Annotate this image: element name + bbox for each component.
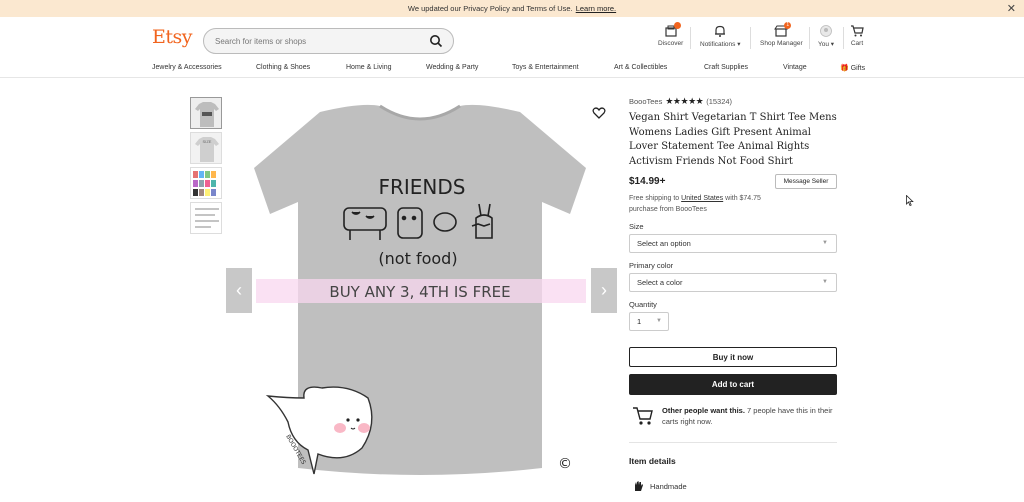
- next-image-arrow[interactable]: ›: [591, 268, 617, 313]
- category-craft[interactable]: Craft Supplies: [704, 64, 748, 71]
- you-button[interactable]: You ▾: [818, 25, 834, 48]
- discover-icon: [664, 22, 681, 37]
- chevron-down-icon: ▼: [822, 279, 828, 285]
- quantity-select[interactable]: 1 ▼: [629, 312, 669, 331]
- etsy-logo[interactable]: Etsy: [152, 26, 193, 48]
- category-vintage[interactable]: Vintage: [783, 64, 807, 71]
- divider: [690, 27, 691, 49]
- chevron-down-icon: ▼: [822, 240, 828, 246]
- category-wedding[interactable]: Wedding & Party: [426, 64, 478, 71]
- category-jewelry[interactable]: Jewelry & Accessories: [152, 64, 222, 71]
- review-count[interactable]: (15324): [706, 97, 732, 106]
- rating-stars-icon: ★★★★★: [665, 96, 704, 106]
- product-main-image: FRIENDS (not food) BUY ANY 3, 4TH IS FRE…: [252, 98, 588, 480]
- category-clothing[interactable]: Clothing & Shoes: [256, 64, 310, 71]
- size-select-value: Select an option: [637, 239, 691, 248]
- avatar-icon: [819, 25, 833, 37]
- banner-text: We updated our Privacy Policy and Terms …: [407, 4, 573, 13]
- bell-icon: [713, 25, 727, 37]
- shipping-info: Free shipping to United States with $74.…: [629, 193, 769, 215]
- demand-notice: Other people want this. 7 people have th…: [662, 405, 837, 427]
- copyright-mark: ©: [558, 456, 572, 472]
- discover-dot: [673, 22, 681, 29]
- category-art[interactable]: Art & Collectibles: [614, 64, 667, 71]
- thumbnail-3[interactable]: [190, 167, 222, 199]
- shop-name[interactable]: BoooTees: [629, 97, 662, 106]
- close-icon[interactable]: ✕: [1007, 2, 1016, 15]
- shop-manager-button[interactable]: 1 Shop Manager: [760, 22, 803, 47]
- chevron-down-icon: ▼: [656, 318, 662, 324]
- cart-icon: [633, 407, 653, 425]
- tshirt-illustration: FRIENDS (not food) BUY ANY 3, 4TH IS FRE…: [254, 104, 586, 475]
- shop-icon: 1: [774, 22, 792, 37]
- notifications-button[interactable]: Notifications ▾: [700, 25, 740, 48]
- notifications-label: Notifications ▾: [700, 41, 741, 48]
- handmade-label: Handmade: [650, 481, 687, 491]
- cart-icon: [850, 25, 864, 37]
- message-seller-button[interactable]: Message Seller: [775, 174, 837, 189]
- thumbnail-1[interactable]: [190, 97, 222, 129]
- search-bar: [203, 28, 454, 54]
- site-header: Etsy Discover Notifications ▾ 1 Shop Man…: [0, 17, 1024, 63]
- color-select-value: Select a color: [637, 278, 683, 287]
- favorite-heart-icon[interactable]: [592, 106, 606, 120]
- search-input[interactable]: [215, 36, 415, 46]
- size-label: Size: [629, 222, 644, 231]
- privacy-banner: We updated our Privacy Policy and Terms …: [0, 0, 1024, 17]
- category-home[interactable]: Home & Living: [346, 64, 392, 71]
- shipping-country-link[interactable]: United States: [681, 195, 723, 202]
- item-details-heading[interactable]: Item details: [629, 456, 676, 466]
- mouse-cursor-icon: [906, 195, 914, 206]
- discover-label: Discover: [658, 40, 684, 47]
- shop-manager-badge: 1: [784, 22, 792, 29]
- category-nav: Jewelry & Accessories Clothing & Shoes H…: [0, 63, 1024, 78]
- size-select[interactable]: Select an option ▼: [629, 234, 837, 253]
- promo-text: BUY ANY 3, 4TH IS FREE: [329, 283, 510, 301]
- hand-icon: [635, 481, 643, 491]
- divider: [750, 27, 751, 49]
- you-label: You ▾: [818, 41, 835, 48]
- gift-icon: 🎁: [840, 65, 849, 72]
- divider: [809, 27, 810, 49]
- divider: [629, 442, 837, 443]
- cart-label: Cart: [850, 40, 864, 47]
- thumbnail-4[interactable]: [190, 202, 222, 234]
- color-select[interactable]: Select a color ▼: [629, 273, 837, 292]
- demand-bold: Other people want this.: [662, 406, 745, 415]
- product-price: $14.99+: [629, 176, 666, 187]
- quantity-value: 1: [637, 317, 642, 326]
- shirt-friends-text: FRIENDS: [379, 175, 466, 199]
- svg-text:SIZE: SIZE: [203, 139, 212, 144]
- color-label: Primary color: [629, 261, 674, 270]
- search-icon[interactable]: [429, 34, 443, 48]
- chevron-left-icon: ‹: [236, 280, 242, 300]
- quantity-label: Quantity: [629, 300, 657, 309]
- shop-manager-label: Shop Manager: [760, 40, 803, 47]
- prev-image-arrow[interactable]: ‹: [226, 268, 252, 313]
- discover-button[interactable]: Discover: [658, 22, 684, 47]
- category-toys[interactable]: Toys & Entertainment: [512, 64, 579, 71]
- buy-it-now-button[interactable]: Buy it now: [629, 347, 837, 367]
- gifts-label: Gifts: [850, 65, 866, 72]
- thumbnail-2[interactable]: SIZE: [190, 132, 222, 164]
- divider: [843, 27, 844, 49]
- handmade-row: Handmade: [632, 480, 687, 492]
- add-to-cart-button[interactable]: Add to cart: [629, 374, 837, 395]
- cart-button[interactable]: Cart: [850, 25, 864, 47]
- product-title: Vegan Shirt Vegetarian T Shirt Tee Mens …: [629, 112, 837, 167]
- shipping-pre: Free shipping to: [629, 195, 682, 202]
- category-gifts[interactable]: 🎁 Gifts: [840, 64, 865, 72]
- shirt-notfood-text: (not food): [378, 249, 457, 268]
- learn-more-link[interactable]: Learn more.: [576, 4, 616, 13]
- chevron-right-icon: ›: [601, 280, 607, 300]
- shop-info: BoooTees ★★★★★ (15324): [629, 96, 732, 107]
